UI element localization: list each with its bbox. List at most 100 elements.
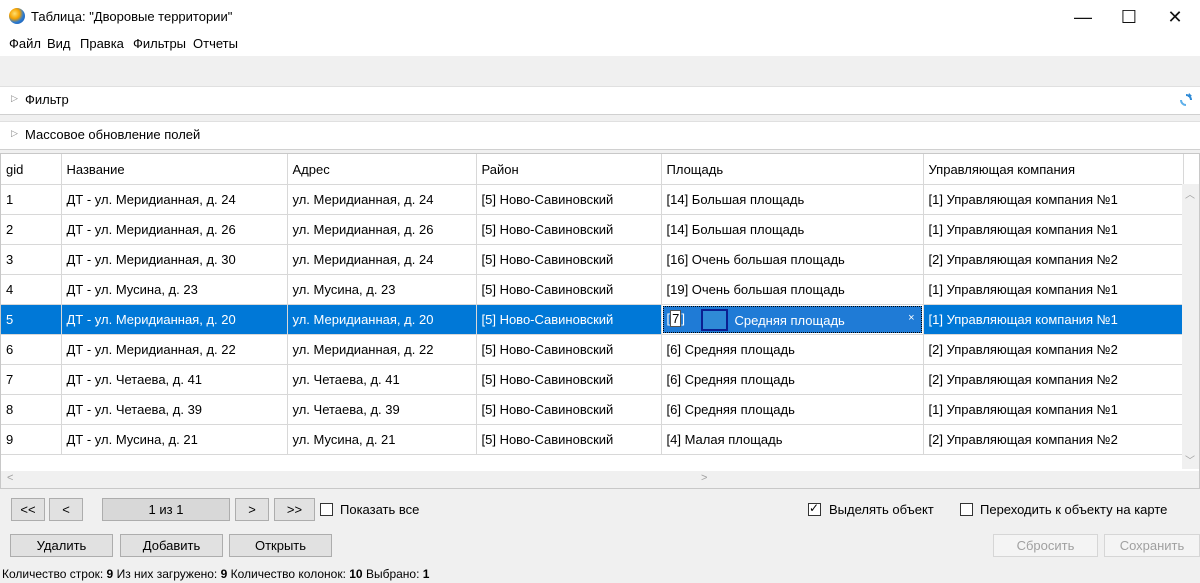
refresh-icon[interactable] — [1178, 92, 1194, 108]
prev-page-button[interactable]: < — [49, 498, 83, 521]
color-swatch[interactable] — [700, 309, 728, 331]
cell-district[interactable]: [5] Ново-Савиновский — [476, 244, 662, 275]
cell-address[interactable]: ул. Четаева, д. 41 — [287, 364, 477, 395]
cell-name[interactable]: ДТ - ул. Меридианная, д. 24 — [61, 184, 288, 215]
column-header-address[interactable]: Адрес — [287, 154, 477, 185]
cell-name[interactable]: ДТ - ул. Меридианная, д. 30 — [61, 244, 288, 275]
table-row[interactable]: 9 ДТ - ул. Мусина, д. 21 ул. Мусина, д. 21… — [1, 424, 1184, 455]
reset-button[interactable]: Сбросить — [993, 534, 1098, 557]
scroll-right-icon[interactable]: > — [701, 472, 707, 484]
vertical-scrollbar[interactable]: ︿ ﹀ — [1182, 184, 1199, 469]
cell-area[interactable]: [14] Большая площадь — [661, 214, 924, 245]
cell-gid[interactable]: 6 — [1, 334, 62, 365]
cell-gid[interactable]: 8 — [1, 394, 62, 425]
open-button[interactable]: Открыть — [229, 534, 332, 557]
cell-area[interactable]: [16] Очень большая площадь — [661, 244, 924, 275]
cell-area[interactable]: [19] Очень большая площадь — [661, 274, 924, 305]
cell-district[interactable]: [5] Ново-Савиновский — [476, 184, 662, 215]
cell-company[interactable]: [2] Управляющая компания №2 — [923, 364, 1184, 395]
cell-address[interactable]: ул. Меридианная, д. 22 — [287, 334, 477, 365]
cell-company[interactable]: [2] Управляющая компания №2 — [923, 424, 1184, 455]
menu-edit[interactable]: Правка — [80, 36, 124, 51]
mass-update-expander[interactable]: ▷ Массовое обновление полей — [0, 121, 1200, 150]
cell-address[interactable]: ул. Меридианная, д. 24 — [287, 184, 477, 215]
cell-district[interactable]: [5] Ново-Савиновский — [476, 334, 662, 365]
cell-area[interactable]: [6] Средняя площадь — [661, 334, 924, 365]
table-row[interactable]: 2 ДТ - ул. Меридианная, д. 26 ул. Меридиан… — [1, 214, 1184, 245]
filter-expander[interactable]: ▷ Фильтр — [0, 86, 1200, 115]
menu-filters[interactable]: Фильтры — [133, 36, 186, 51]
add-button[interactable]: Добавить — [120, 534, 223, 557]
cell-address[interactable]: ул. Мусина, д. 23 — [287, 274, 477, 305]
scroll-down-icon[interactable]: ﹀ — [1185, 452, 1195, 467]
table-row[interactable]: 6 ДТ - ул. Меридианная, д. 22 ул. Меридиан… — [1, 334, 1184, 365]
close-button[interactable]: ✕ — [1152, 0, 1198, 34]
table-row[interactable]: 5 ДТ - ул. Меридианная, д. 20 ул. Меридиан… — [1, 304, 1184, 335]
cell-company[interactable]: [2] Управляющая компания №2 — [923, 334, 1184, 365]
minimize-button[interactable]: — — [1060, 0, 1106, 34]
cell-address[interactable]: ул. Меридианная, д. 20 — [287, 304, 477, 335]
cell-district[interactable]: [5] Ново-Савиновский — [476, 274, 662, 305]
cell-district[interactable]: [5] Ново-Савиновский — [476, 364, 662, 395]
column-header-company[interactable]: Управляющая компания — [923, 154, 1184, 185]
cell-address[interactable]: ул. Мусина, д. 21 — [287, 424, 477, 455]
table-row[interactable]: 7 ДТ - ул. Четаева, д. 41 ул. Четаева, д. … — [1, 364, 1184, 395]
cell-name[interactable]: ДТ - ул. Меридианная, д. 20 — [61, 304, 288, 335]
area-lookup-editor[interactable]: [7] Средняя площадь × — [662, 306, 922, 333]
cell-district[interactable]: [5] Ново-Савиновский — [476, 214, 662, 245]
table-row[interactable]: 1 ДТ - ул. Меридианная, д. 24 ул. Меридиан… — [1, 184, 1184, 215]
cell-name[interactable]: ДТ - ул. Мусина, д. 23 — [61, 274, 288, 305]
goto-object-checkbox[interactable] — [960, 503, 973, 516]
horizontal-scrollbar[interactable]: < > — [1, 471, 1199, 488]
cell-company[interactable]: [1] Управляющая компания №1 — [923, 394, 1184, 425]
maximize-button[interactable]: ☐ — [1106, 0, 1152, 34]
cell-company[interactable]: [1] Управляющая компания №1 — [923, 184, 1184, 215]
area-code[interactable]: [7] — [667, 310, 685, 327]
cell-name[interactable]: ДТ - ул. Четаева, д. 41 — [61, 364, 288, 395]
cell-area[interactable]: [14] Большая площадь — [661, 184, 924, 215]
cell-name[interactable]: ДТ - ул. Четаева, д. 39 — [61, 394, 288, 425]
next-page-button[interactable]: > — [235, 498, 269, 521]
menu-reports[interactable]: Отчеты — [193, 36, 238, 51]
first-page-button[interactable]: << — [11, 498, 45, 521]
cell-area[interactable]: [6] Средняя площадь — [661, 394, 924, 425]
table-row[interactable]: 4 ДТ - ул. Мусина, д. 23 ул. Мусина, д. 23… — [1, 274, 1184, 305]
scroll-up-icon[interactable]: ︿ — [1185, 186, 1195, 201]
cell-district[interactable]: [5] Ново-Савиновский — [476, 424, 662, 455]
cell-district[interactable]: [5] Ново-Савиновский — [476, 304, 662, 335]
select-object-checkbox[interactable] — [808, 501, 821, 516]
clear-icon[interactable]: × — [908, 312, 914, 324]
delete-button[interactable]: Удалить — [10, 534, 113, 557]
area-code-input[interactable]: 7 — [670, 310, 682, 327]
column-header-name[interactable]: Название — [61, 154, 288, 185]
cell-gid[interactable]: 2 — [1, 214, 62, 245]
column-header-area[interactable]: Площадь — [661, 154, 924, 185]
last-page-button[interactable]: >> — [274, 498, 315, 521]
cell-gid[interactable]: 7 — [1, 364, 62, 395]
cell-gid[interactable]: 9 — [1, 424, 62, 455]
cell-area[interactable]: [6] Средняя площадь — [661, 364, 924, 395]
table-row[interactable]: 8 ДТ - ул. Четаева, д. 39 ул. Четаева, д. … — [1, 394, 1184, 425]
column-header-gid[interactable]: gid — [1, 154, 62, 185]
show-all-checkbox[interactable] — [320, 503, 333, 516]
scroll-left-icon[interactable]: < — [7, 472, 13, 484]
save-button[interactable]: Сохранить — [1104, 534, 1200, 557]
cell-address[interactable]: ул. Меридианная, д. 24 — [287, 244, 477, 275]
cell-gid[interactable]: 1 — [1, 184, 62, 215]
cell-gid[interactable]: 5 — [1, 304, 62, 335]
cell-gid[interactable]: 3 — [1, 244, 62, 275]
table-row[interactable]: 3 ДТ - ул. Меридианная, д. 30 ул. Меридиан… — [1, 244, 1184, 275]
cell-company[interactable]: [1] Управляющая компания №1 — [923, 214, 1184, 245]
cell-area[interactable]: [4] Малая площадь — [661, 424, 924, 455]
cell-name[interactable]: ДТ - ул. Меридианная, д. 26 — [61, 214, 288, 245]
menu-view[interactable]: Вид — [47, 36, 71, 51]
cell-address[interactable]: ул. Четаева, д. 39 — [287, 394, 477, 425]
cell-address[interactable]: ул. Меридианная, д. 26 — [287, 214, 477, 245]
cell-gid[interactable]: 4 — [1, 274, 62, 305]
cell-name[interactable]: ДТ - ул. Мусина, д. 21 — [61, 424, 288, 455]
cell-district[interactable]: [5] Ново-Савиновский — [476, 394, 662, 425]
area-editor-cell[interactable]: [7] Средняя площадь × — [661, 304, 924, 335]
cell-company[interactable]: [2] Управляющая компания №2 — [923, 244, 1184, 275]
menu-file[interactable]: Файл — [9, 36, 41, 51]
cell-name[interactable]: ДТ - ул. Меридианная, д. 22 — [61, 334, 288, 365]
